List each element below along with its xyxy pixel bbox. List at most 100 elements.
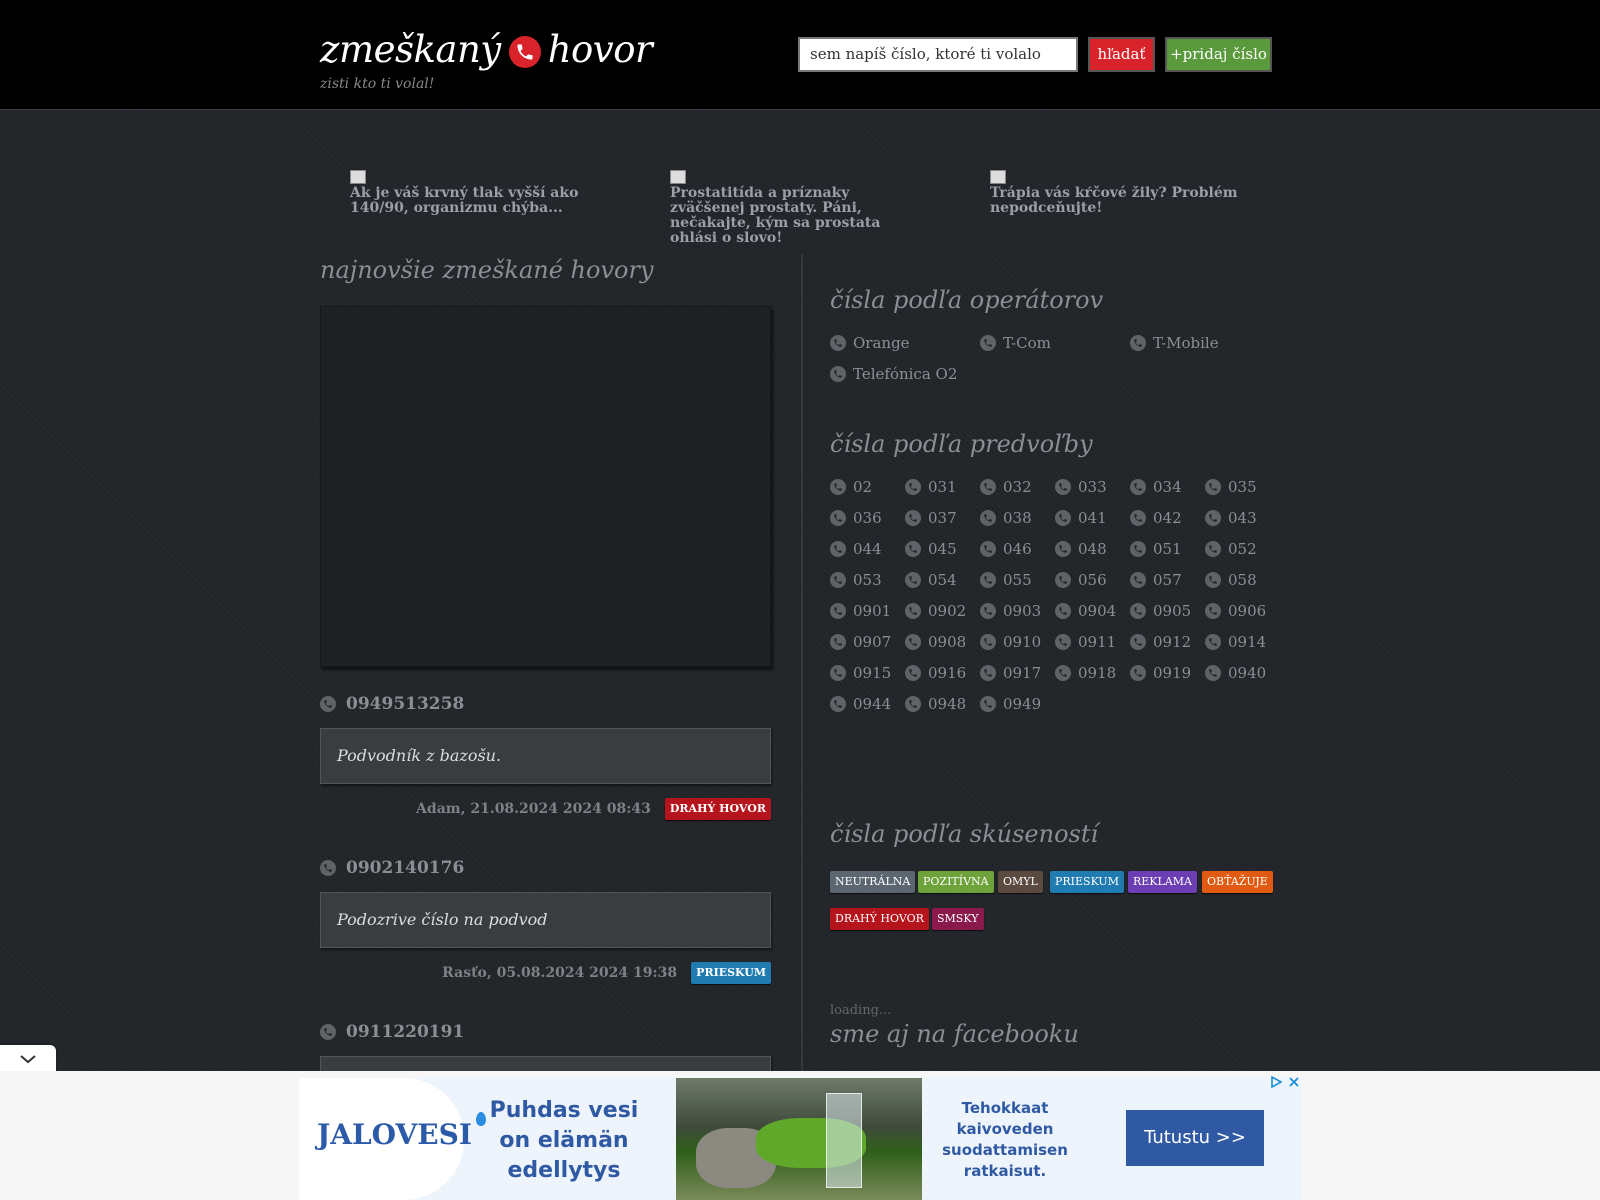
add-number-button[interactable]: +pridaj číslo [1165, 37, 1272, 72]
link-label: 041 [1078, 509, 1107, 527]
link-label: 0901 [853, 602, 892, 620]
link-prefix-0919[interactable]: 0919 [1130, 664, 1191, 682]
link-prefix-0902[interactable]: 0902 [905, 602, 966, 620]
link-prefix-034[interactable]: 034 [1130, 478, 1182, 496]
link-prefix-0948[interactable]: 0948 [905, 695, 966, 713]
link-prefix-0914[interactable]: 0914 [1205, 633, 1266, 651]
experience-tag[interactable]: POZITÍVNA [918, 871, 994, 893]
link-prefix-02[interactable]: 02 [830, 478, 872, 496]
link-operator-t-com[interactable]: T-Com [980, 334, 1051, 352]
link-prefix-048[interactable]: 048 [1055, 540, 1107, 558]
phone-icon [830, 479, 846, 495]
link-prefix-0917[interactable]: 0917 [980, 664, 1041, 682]
link-prefix-0949[interactable]: 0949 [980, 695, 1041, 713]
link-prefix-0912[interactable]: 0912 [1130, 633, 1191, 651]
phone-icon [905, 634, 921, 650]
search-input[interactable]: sem napíš číslo, ktoré ti volalo [798, 37, 1078, 72]
link-prefix-0905[interactable]: 0905 [1130, 602, 1191, 620]
link-prefix-053[interactable]: 053 [830, 571, 882, 589]
link-operator-orange[interactable]: Orange [830, 334, 910, 352]
search-button[interactable]: hľadať [1088, 37, 1155, 72]
site-logo[interactable]: zmeškaný hovor [320, 28, 653, 71]
experience-tag[interactable]: OBŤAŽUJE [1202, 871, 1273, 893]
link-prefix-052[interactable]: 052 [1205, 540, 1257, 558]
call-number-link[interactable]: 0911220191 [320, 1022, 771, 1042]
link-prefix-037[interactable]: 037 [905, 509, 957, 527]
link-label: 0917 [1003, 664, 1042, 682]
link-label: 056 [1078, 571, 1107, 589]
link-prefix-0916[interactable]: 0916 [905, 664, 966, 682]
link-prefix-045[interactable]: 045 [905, 540, 957, 558]
link-prefix-032[interactable]: 032 [980, 478, 1032, 496]
link-prefix-043[interactable]: 043 [1205, 509, 1257, 527]
link-prefix-0904[interactable]: 0904 [1055, 602, 1116, 620]
link-operator-telefónica-o2[interactable]: Telefónica O2 [830, 365, 957, 383]
phone-icon [980, 696, 996, 712]
phone-icon [1055, 634, 1071, 650]
link-prefix-0901[interactable]: 0901 [830, 602, 891, 620]
link-operator-t-mobile[interactable]: T-Mobile [1130, 334, 1219, 352]
close-icon[interactable] [1288, 1076, 1300, 1088]
logo-text-part2: hovor [547, 28, 653, 71]
link-prefix-0911[interactable]: 0911 [1055, 633, 1116, 651]
phone-icon [830, 335, 846, 351]
experience-tag[interactable]: REKLAMA [1128, 871, 1197, 893]
experience-tag[interactable]: SMSKY [932, 908, 984, 930]
link-prefix-057[interactable]: 057 [1130, 571, 1182, 589]
phone-icon [1205, 634, 1221, 650]
promo-text: Trápia vás kŕčové žily? Problém nepodceň… [990, 185, 1238, 216]
link-prefix-031[interactable]: 031 [905, 478, 957, 496]
phone-icon [980, 603, 996, 619]
promo-article[interactable]: Prostatitída a príznaky zväčšenej prosta… [670, 170, 920, 246]
link-prefix-044[interactable]: 044 [830, 540, 882, 558]
link-prefix-0918[interactable]: 0918 [1055, 664, 1116, 682]
experience-tag[interactable]: PRIESKUM [1050, 871, 1124, 893]
link-prefix-042[interactable]: 042 [1130, 509, 1182, 527]
call-number-link[interactable]: 0902140176 [320, 858, 771, 878]
link-label: 0907 [853, 633, 892, 651]
link-label: 037 [928, 509, 957, 527]
link-prefix-0910[interactable]: 0910 [980, 633, 1041, 651]
link-prefix-038[interactable]: 038 [980, 509, 1032, 527]
call-number-link[interactable]: 0949513258 [320, 694, 771, 714]
link-label: 0949 [1003, 695, 1042, 713]
phone-icon [980, 665, 996, 681]
experience-tag[interactable]: OMYL [998, 871, 1043, 893]
promo-article[interactable]: Trápia vás kŕčové žily? Problém nepodceň… [990, 170, 1240, 216]
experience-tag[interactable]: NEUTRÁLNA [830, 871, 916, 893]
link-prefix-0944[interactable]: 0944 [830, 695, 891, 713]
link-prefix-0906[interactable]: 0906 [1205, 602, 1266, 620]
link-label: 054 [928, 571, 957, 589]
phone-icon [1205, 665, 1221, 681]
link-prefix-0908[interactable]: 0908 [905, 633, 966, 651]
link-prefix-0940[interactable]: 0940 [1205, 664, 1266, 682]
link-prefix-058[interactable]: 058 [1205, 571, 1257, 589]
image-placeholder-icon [990, 170, 1006, 184]
link-prefix-0915[interactable]: 0915 [830, 664, 891, 682]
phone-icon [1130, 665, 1146, 681]
tag-expensive-call[interactable]: DRAHÝ HOVOR [664, 798, 771, 820]
phone-icon [1130, 541, 1146, 557]
ad-cta-button[interactable]: Tutustu >> [1126, 1110, 1264, 1166]
link-prefix-0907[interactable]: 0907 [830, 633, 891, 651]
link-label: 038 [1003, 509, 1032, 527]
bottom-ad-banner[interactable]: JALOVESI Puhdas vesi on elämän edellytys… [299, 1078, 1302, 1200]
phone-icon [905, 541, 921, 557]
latest-calls-title: najnovšie zmeškané hovory [320, 256, 654, 284]
link-prefix-055[interactable]: 055 [980, 571, 1032, 589]
link-label: 031 [928, 478, 957, 496]
experience-tag[interactable]: DRAHÝ HOVOR [830, 908, 929, 930]
link-prefix-041[interactable]: 041 [1055, 509, 1107, 527]
ad-choices-icon[interactable] [1270, 1076, 1282, 1088]
link-prefix-0903[interactable]: 0903 [980, 602, 1041, 620]
link-prefix-036[interactable]: 036 [830, 509, 882, 527]
link-prefix-054[interactable]: 054 [905, 571, 957, 589]
link-prefix-046[interactable]: 046 [980, 540, 1032, 558]
collapse-ad-button[interactable] [0, 1045, 56, 1072]
link-prefix-056[interactable]: 056 [1055, 571, 1107, 589]
tag-survey[interactable]: PRIESKUM [691, 962, 771, 984]
link-prefix-035[interactable]: 035 [1205, 478, 1257, 496]
promo-article[interactable]: Ak je váš krvný tlak vyšší ako 140/90, o… [350, 170, 600, 216]
link-prefix-051[interactable]: 051 [1130, 540, 1182, 558]
link-prefix-033[interactable]: 033 [1055, 478, 1107, 496]
